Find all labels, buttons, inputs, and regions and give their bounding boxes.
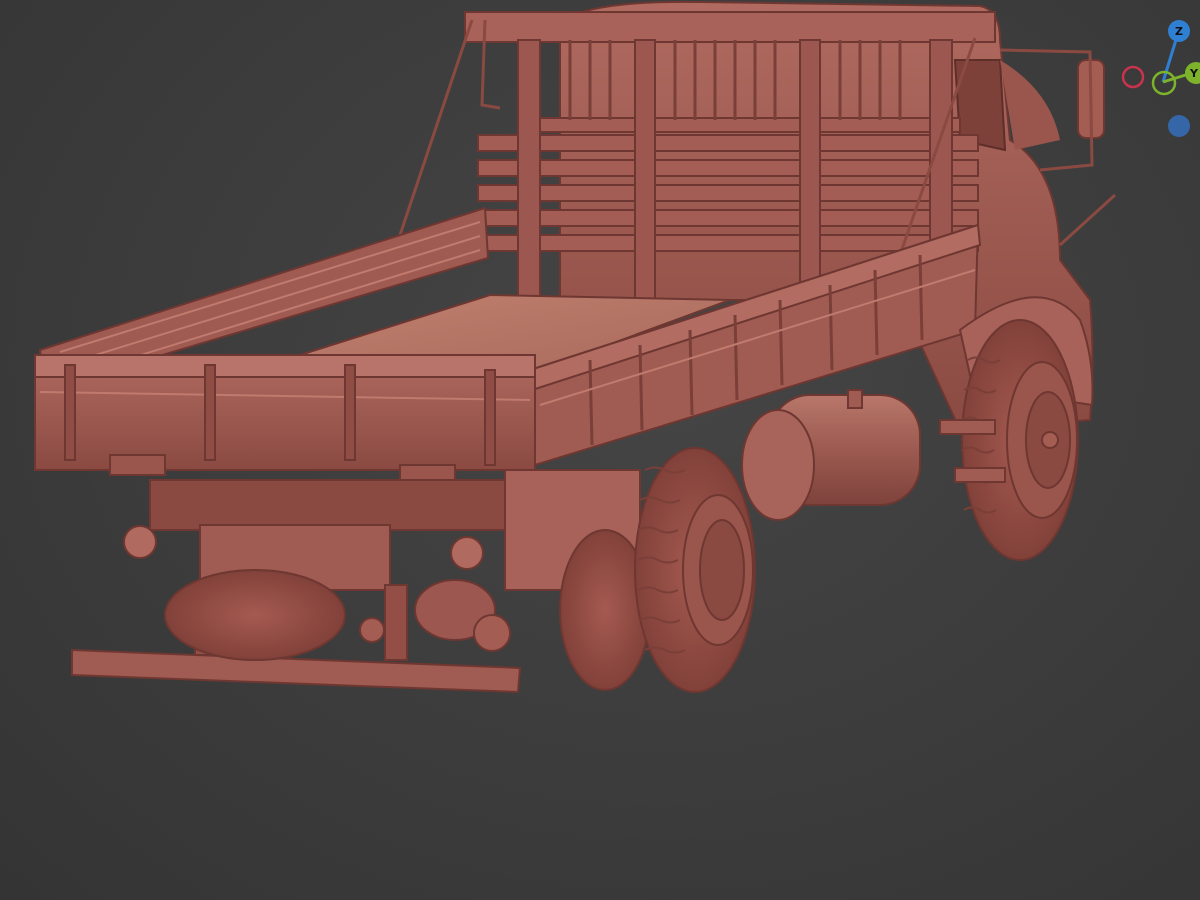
3d-viewport[interactable]: Z Y [0,0,1200,900]
rear-wheel-left [164,569,346,661]
y-axis-handle[interactable]: Y [1185,62,1200,84]
truck-model[interactable] [0,0,1200,900]
rear-bumper [71,648,522,694]
fuel-tank [741,389,921,521]
x-axis-negative-handle[interactable] [1121,65,1145,89]
rear-wheel-outer [634,447,756,693]
navigation-gizmo[interactable]: Z Y [1110,10,1200,150]
tailgate [34,354,536,486]
z-axis-negative-handle[interactable] [1168,115,1190,137]
z-axis-handle[interactable]: Z [1168,20,1190,42]
y-axis-label: Y [1189,67,1199,80]
z-axis-label: Z [1175,25,1183,38]
